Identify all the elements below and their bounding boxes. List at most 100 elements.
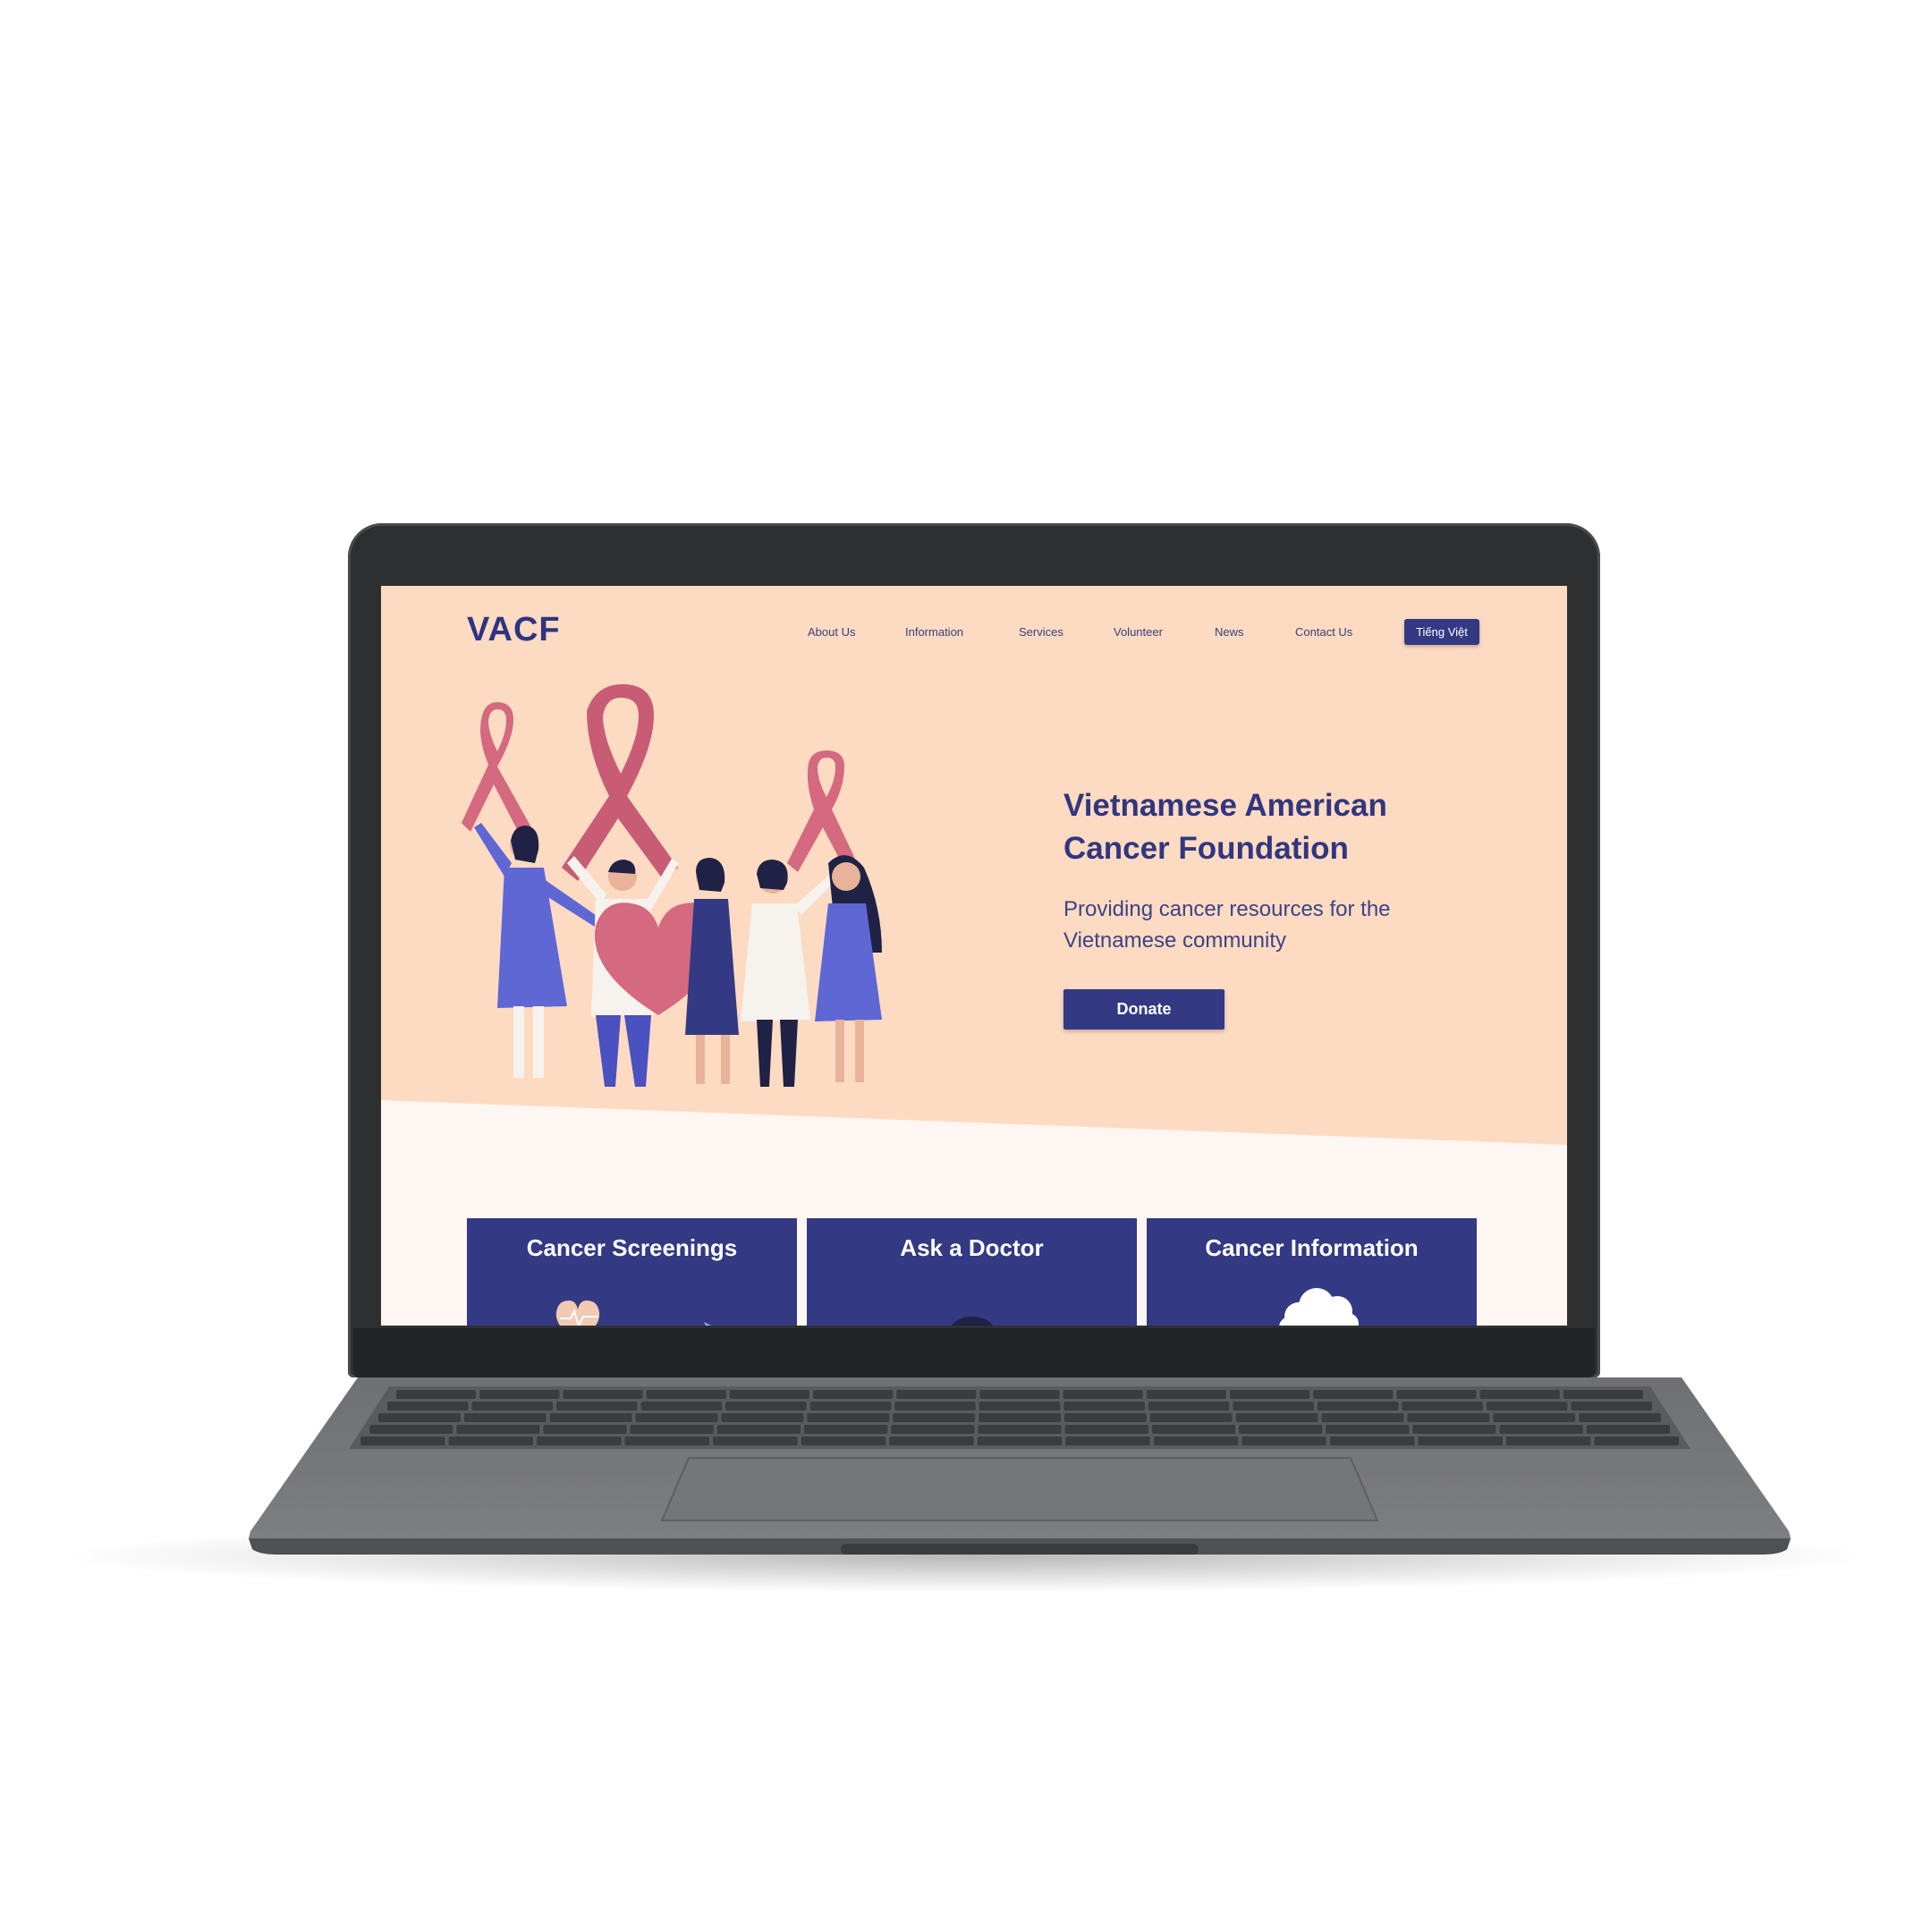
keyboard-key bbox=[646, 1390, 726, 1399]
keyboard-key bbox=[1329, 1436, 1415, 1445]
card-title: Cancer Information bbox=[1205, 1234, 1419, 1261]
keyboard-key bbox=[387, 1402, 469, 1411]
hero-subtitle-line: Vietnamese community bbox=[1063, 928, 1286, 953]
keyboard-key bbox=[894, 1402, 976, 1411]
keyboard-key bbox=[813, 1390, 894, 1399]
keyboard-key bbox=[1065, 1436, 1150, 1445]
keyboard-key bbox=[1241, 1436, 1326, 1445]
keyboard-key bbox=[977, 1436, 1063, 1445]
keyboard-key bbox=[1146, 1390, 1226, 1399]
keyboard-key bbox=[1230, 1390, 1310, 1399]
keyboard-key bbox=[1149, 1413, 1233, 1422]
keyboard-key bbox=[979, 1390, 1060, 1399]
keyboard-key bbox=[979, 1413, 1061, 1422]
keyboard-key bbox=[725, 1402, 807, 1411]
keyboard-key bbox=[807, 1413, 890, 1422]
nav-news[interactable]: News bbox=[1215, 625, 1244, 639]
keyboard-key bbox=[713, 1436, 798, 1445]
browser-screen: VACF About Us Information Services Volun… bbox=[381, 586, 1567, 1326]
keyboard-key bbox=[1235, 1413, 1318, 1422]
card-cancer-information[interactable]: Cancer Information bbox=[1147, 1218, 1477, 1326]
keyboard-key bbox=[889, 1436, 974, 1445]
keyboard-key bbox=[1594, 1436, 1679, 1445]
laptop-bezel-bottom bbox=[353, 1328, 1595, 1377]
keyboard-key bbox=[1151, 1425, 1235, 1434]
keyboard-key bbox=[1239, 1425, 1323, 1434]
nav-services[interactable]: Services bbox=[1019, 625, 1063, 639]
keyboard-key bbox=[1063, 1390, 1143, 1399]
keyboard-key bbox=[1148, 1402, 1230, 1411]
keyboard-key bbox=[563, 1390, 643, 1399]
keyboard-key bbox=[896, 1390, 977, 1399]
laptop-base bbox=[249, 1377, 1791, 1555]
laptop-mockup: VACF About Us Information Services Volun… bbox=[0, 0, 1932, 1932]
keyboard-key bbox=[463, 1413, 547, 1422]
keyboard-key bbox=[635, 1413, 718, 1422]
keyboard-key bbox=[1317, 1402, 1399, 1411]
keyboard-key bbox=[360, 1436, 445, 1445]
keyboard-key bbox=[1233, 1402, 1314, 1411]
nav-contact-us[interactable]: Contact Us bbox=[1295, 625, 1352, 639]
pink-ribbon-icon bbox=[562, 684, 678, 881]
card-title: Cancer Screenings bbox=[526, 1234, 738, 1261]
keyboard-key bbox=[1063, 1402, 1145, 1411]
keyboard-key bbox=[448, 1436, 533, 1445]
language-toggle-button[interactable]: Tiếng Việt bbox=[1404, 619, 1479, 645]
keyboard-key bbox=[396, 1390, 477, 1399]
keyboard-key bbox=[479, 1390, 560, 1399]
hero-subtitle: Providing cancer resources for the Vietn… bbox=[1063, 894, 1439, 956]
keyboard-key bbox=[716, 1425, 801, 1434]
pink-ribbon-icon bbox=[462, 702, 531, 836]
card-ask-a-doctor[interactable]: Ask a Doctor bbox=[807, 1218, 1137, 1326]
keyboard-key bbox=[378, 1413, 461, 1422]
hero-title: Vietnamese American Cancer Foundation bbox=[1063, 784, 1439, 870]
doctor-icon bbox=[952, 1317, 993, 1326]
person-figure bbox=[685, 858, 739, 1084]
keyboard-key bbox=[471, 1402, 553, 1411]
keyboard-key bbox=[1586, 1425, 1670, 1434]
keyboard-key bbox=[556, 1402, 638, 1411]
keyboard-key bbox=[640, 1402, 723, 1411]
trackpad bbox=[660, 1457, 1379, 1521]
keyboard-key bbox=[1396, 1390, 1477, 1399]
keyboard-key bbox=[1326, 1425, 1410, 1434]
card-cancer-screenings[interactable]: Cancer Screenings bbox=[467, 1218, 797, 1326]
keyboard-key bbox=[1571, 1402, 1652, 1411]
keyboard-key bbox=[1505, 1436, 1591, 1445]
keyboard-key bbox=[804, 1425, 888, 1434]
keyboard-key bbox=[1153, 1436, 1239, 1445]
keyboard-key bbox=[1064, 1425, 1148, 1434]
keyboard-key bbox=[1563, 1390, 1643, 1399]
keyboard-key bbox=[1579, 1413, 1661, 1422]
pink-ribbon-icon bbox=[787, 750, 855, 872]
nav-information[interactable]: Information bbox=[905, 625, 963, 639]
hero-subtitle-line: Providing cancer resources for the bbox=[1063, 897, 1391, 921]
hero-title-line: Cancer Foundation bbox=[1063, 831, 1349, 866]
keyboard-key bbox=[1493, 1413, 1576, 1422]
keyboard-key bbox=[1418, 1436, 1503, 1445]
awareness-ribbon-illustration bbox=[462, 684, 882, 1087]
keyboard-key bbox=[1402, 1402, 1483, 1411]
keyboard-key bbox=[801, 1436, 886, 1445]
keyboard-key bbox=[893, 1413, 976, 1422]
heart-monitor-icon bbox=[555, 1301, 712, 1326]
keyboard-key bbox=[721, 1413, 804, 1422]
keyboard-key bbox=[1499, 1425, 1583, 1434]
keyboard-key bbox=[543, 1425, 627, 1434]
keyboard-key bbox=[729, 1390, 809, 1399]
keyboard-key bbox=[549, 1413, 632, 1422]
keyboard-key bbox=[891, 1425, 975, 1434]
nav-volunteer[interactable]: Volunteer bbox=[1114, 625, 1163, 639]
keyboard-key bbox=[979, 1402, 1061, 1411]
cloud-icon bbox=[1279, 1288, 1359, 1326]
donate-button[interactable]: Donate bbox=[1063, 989, 1224, 1030]
keyboard-key bbox=[1479, 1390, 1560, 1399]
keyboard-key bbox=[1486, 1402, 1568, 1411]
nav-about-us[interactable]: About Us bbox=[808, 625, 855, 639]
keyboard-key bbox=[1063, 1413, 1147, 1422]
keyboard-key bbox=[1313, 1390, 1394, 1399]
keyboard-key bbox=[456, 1425, 540, 1434]
keyboard-keys bbox=[360, 1390, 1679, 1445]
hero-title-line: Vietnamese American bbox=[1063, 788, 1387, 823]
keyboard-key bbox=[978, 1425, 1062, 1434]
